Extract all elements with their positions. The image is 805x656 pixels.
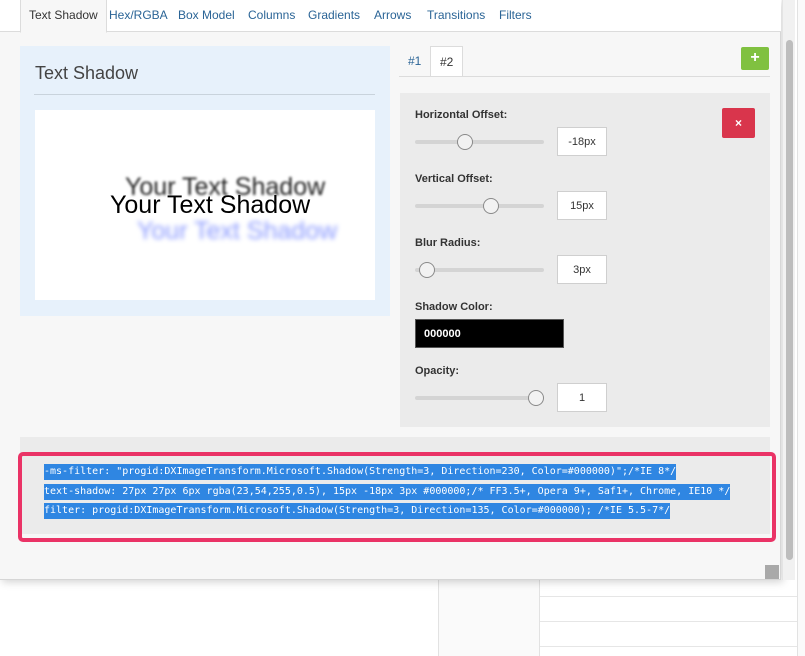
tab-arrows[interactable]: Arrows: [366, 0, 419, 32]
code-line-text-shadow[interactable]: text-shadow: 27px 27px 6px rgba(23,54,25…: [44, 484, 731, 500]
slider-handle[interactable]: [418, 262, 435, 278]
add-shadow-button[interactable]: +: [741, 47, 769, 70]
background-divider: [540, 621, 797, 622]
background-divider: [540, 596, 797, 597]
opacity-input[interactable]: [557, 383, 607, 412]
slider-handle[interactable]: [457, 134, 474, 150]
shadow-controls: × Horizontal Offset: Vertical Offset: Bl…: [400, 93, 770, 427]
preview-panel: Text Shadow Your Text Shadow Your Text S…: [20, 46, 390, 316]
tab-gradients[interactable]: Gradients: [300, 0, 368, 32]
tab-text-shadow[interactable]: Text Shadow: [20, 0, 107, 33]
tab-columns[interactable]: Columns: [240, 0, 303, 32]
slider-handle[interactable]: [528, 390, 545, 406]
slider-handle[interactable]: [483, 198, 500, 214]
delete-shadow-button[interactable]: ×: [722, 108, 755, 138]
vertical-scrollbar[interactable]: [782, 0, 795, 580]
subtab-divider: [399, 76, 770, 77]
generator-modal: Text Shadow Hex/RGBA Box Model Columns G…: [0, 0, 781, 580]
preview-box: Your Text Shadow Your Text Shadow Your T…: [35, 110, 375, 300]
code-line-filter[interactable]: filter: progid:DXImageTransform.Microsof…: [44, 503, 671, 519]
background-divider: [540, 646, 797, 647]
blur-radius-label: Blur Radius:: [415, 237, 481, 249]
preview-divider: [34, 94, 375, 95]
background-edge: [797, 0, 805, 656]
resize-corner[interactable]: [765, 565, 779, 579]
preview-sample-text: Your Text Shadow: [110, 191, 311, 219]
blur-radius-slider[interactable]: [415, 262, 544, 278]
preview-title: Text Shadow: [35, 63, 139, 83]
scrollbar-thumb[interactable]: [786, 40, 793, 560]
preview-shadow-blue: Your Text Shadow: [137, 217, 338, 245]
tab-box-model[interactable]: Box Model: [170, 0, 243, 32]
vertical-offset-slider[interactable]: [415, 198, 544, 214]
horizontal-offset-input[interactable]: [557, 127, 607, 156]
tab-shadow-1[interactable]: #1: [399, 46, 430, 77]
opacity-slider[interactable]: [415, 390, 545, 406]
vertical-offset-label: Vertical Offset:: [415, 173, 493, 185]
shadow-color-label: Shadow Color:: [415, 301, 493, 313]
opacity-label: Opacity:: [415, 365, 460, 377]
tab-shadow-2[interactable]: #2: [430, 46, 464, 77]
shadow-color-input[interactable]: 000000: [415, 319, 564, 348]
tab-hex-rgba[interactable]: Hex/RGBA: [101, 0, 176, 32]
horizontal-offset-slider[interactable]: [415, 134, 544, 150]
horizontal-offset-label: Horizontal Offset:: [415, 109, 508, 121]
code-line-ms-filter[interactable]: -ms-filter: "progid:DXImageTransform.Mic…: [44, 464, 677, 480]
background-column: [438, 580, 540, 656]
vertical-offset-input[interactable]: [557, 191, 607, 220]
tab-filters[interactable]: Filters: [491, 0, 540, 32]
tab-transitions[interactable]: Transitions: [419, 0, 493, 32]
blur-radius-input[interactable]: [557, 255, 607, 284]
tool-tabs: Text Shadow Hex/RGBA Box Model Columns G…: [0, 0, 781, 33]
